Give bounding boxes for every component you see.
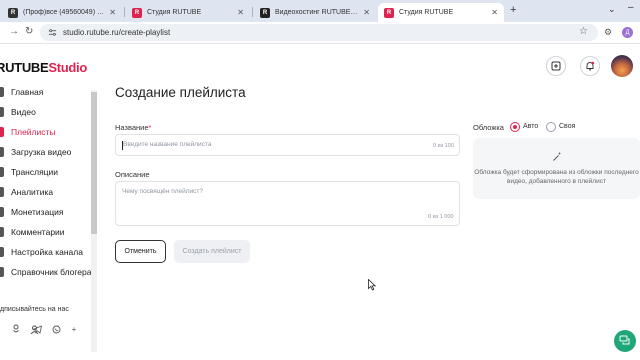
site-info-icon[interactable]	[48, 28, 57, 37]
sidebar-item-label: Комментарии	[11, 227, 65, 237]
new-tab-button[interactable]: +	[510, 4, 516, 16]
url-text: studio.rutube.ru/create-playlist	[63, 28, 171, 37]
viber-icon[interactable]	[50, 323, 62, 335]
sidebar-item-analytics[interactable]: Аналитика	[0, 184, 53, 200]
close-tab-icon[interactable]: ✕	[363, 8, 370, 17]
required-marker: *	[148, 123, 152, 132]
browser-profile-avatar[interactable]: Д	[622, 27, 633, 38]
cover-label: Обложка	[473, 123, 504, 132]
sidebar-item-label: Настройка канала	[11, 247, 83, 257]
analytics-icon	[0, 187, 4, 197]
tab-title: Студия RUTUBE	[399, 9, 454, 16]
sidebar-item-label: Видео	[11, 107, 36, 117]
broadcast-icon	[0, 167, 4, 177]
tab-title: Студия RUTUBE	[147, 9, 202, 16]
close-tab-icon[interactable]: ✕	[109, 8, 116, 17]
address-bar[interactable]: studio.rutube.ru/create-playlist ☆	[40, 24, 598, 41]
extensions-icon[interactable]: ⚙	[604, 27, 612, 38]
upload-button[interactable]	[546, 56, 566, 76]
logo-text-studio: Studio	[48, 60, 88, 75]
sidebar-item-upload[interactable]: Загрузка видео	[0, 144, 71, 160]
description-placeholder: Чему посвящён плейлист?	[122, 188, 204, 195]
chat-icon	[619, 335, 630, 345]
sidebar-item-label: Монетизация	[11, 207, 64, 217]
subscribe-heading: дписывайтесь на нас	[0, 306, 69, 313]
browser-tab[interactable]: R Видеохостинг RUTUBE. Смотри ✕	[254, 3, 376, 22]
notifications-button[interactable]	[580, 56, 600, 76]
close-tab-icon[interactable]: ✕	[491, 8, 498, 17]
settings-icon	[0, 247, 4, 257]
mouse-cursor-icon	[368, 279, 376, 291]
tab-title: Видеохостинг RUTUBE. Смотри	[275, 9, 360, 16]
video-icon	[0, 107, 4, 117]
sidebar-item-blogger-guide[interactable]: Справочник блогера	[0, 264, 91, 280]
page-icon: R	[8, 7, 18, 18]
sidebar-item-label: Главная	[11, 87, 44, 97]
browser-tab-active[interactable]: R Студия RUTUBE ✕	[378, 3, 504, 22]
telegram-icon[interactable]	[31, 323, 43, 335]
sidebar-item-channel-settings[interactable]: Настройка канала	[0, 244, 83, 260]
sidebar-item-label: Загрузка видео	[11, 147, 72, 157]
comment-icon	[0, 227, 4, 237]
sidebar-item-label: Трансляции	[11, 167, 59, 177]
sidebar-item-label: Плейлисты	[11, 127, 56, 137]
logo-text: RUTUBE	[0, 60, 49, 75]
sidebar-nav: Главная Видео Плейлисты Загрузка видео Т…	[0, 82, 98, 360]
cover-auto-label[interactable]: Авто	[523, 123, 538, 130]
name-label-text: Название	[115, 123, 149, 132]
support-chat-button[interactable]	[614, 330, 636, 352]
sidebar-item-video[interactable]: Видео	[0, 104, 36, 120]
sidebar-item-streams[interactable]: Трансляции	[0, 164, 58, 180]
rutube-icon: R	[260, 7, 270, 18]
name-placeholder: Введите название плейлиста	[123, 141, 212, 148]
sidebar-item-comments[interactable]: Комментарии	[0, 224, 65, 240]
sidebar-item-label: Справочник блогера	[11, 267, 92, 277]
cover-auto-radio[interactable]	[510, 122, 520, 132]
browser-toolbar: → ↻ studio.rutube.ru/create-playlist ☆ ⚙…	[0, 22, 640, 44]
name-field-label: Название*	[115, 123, 151, 132]
sidebar-item-home[interactable]: Главная	[0, 84, 43, 100]
cover-custom-radio[interactable]	[546, 122, 556, 132]
rutube-studio-logo[interactable]: RUTUBEStudio	[0, 60, 87, 75]
book-icon	[0, 267, 4, 277]
plus-icon[interactable]: +	[68, 323, 80, 335]
tab-title: (Проф)все (49560049) - смотре	[23, 9, 105, 16]
rutube-icon: R	[384, 7, 394, 18]
sidebar-item-playlists[interactable]: Плейлисты	[0, 124, 56, 140]
tab-search-icon[interactable]: ⌄	[608, 4, 616, 15]
create-playlist-button[interactable]: Создать плейлист	[174, 240, 250, 263]
browser-tab[interactable]: R Студия RUTUBE ✕	[126, 3, 250, 22]
minimize-icon[interactable]: –	[628, 2, 634, 13]
playlist-icon	[0, 127, 4, 137]
sidebar-item-monetization[interactable]: Монетизация	[0, 204, 64, 220]
money-icon	[0, 207, 4, 217]
name-char-counter: 0 из 100	[433, 143, 454, 149]
browser-tab-strip: R (Проф)все (49560049) - смотре ✕ R Студ…	[0, 0, 640, 22]
forward-icon[interactable]: →	[9, 26, 19, 37]
home-icon	[0, 87, 4, 97]
cover-custom-label[interactable]: Своя	[559, 123, 575, 130]
description-char-counter: 0 из 1 000	[428, 214, 454, 220]
sidebar-scrollbar-thumb[interactable]	[91, 92, 97, 234]
bell-icon	[586, 61, 595, 71]
close-tab-icon[interactable]: ✕	[237, 8, 244, 17]
upload-icon	[0, 147, 4, 157]
cover-hint-text: Обложка будет сформирована из обложки по…	[474, 169, 639, 185]
browser-tab[interactable]: R (Проф)все (49560049) - смотре ✕	[2, 3, 122, 22]
magic-wand-icon	[553, 152, 561, 161]
bookmark-star-icon[interactable]: ☆	[579, 26, 588, 37]
cancel-button[interactable]: Отменить	[115, 240, 166, 263]
rutube-icon: R	[132, 7, 142, 18]
ok-icon[interactable]	[10, 323, 22, 335]
add-video-icon	[551, 61, 561, 71]
description-field-label: Описание	[115, 170, 150, 179]
sidebar-item-label: Аналитика	[11, 187, 54, 197]
reload-icon[interactable]: ↻	[25, 26, 33, 37]
page-title: Создание плейлиста	[115, 85, 246, 100]
user-avatar[interactable]	[611, 55, 633, 77]
